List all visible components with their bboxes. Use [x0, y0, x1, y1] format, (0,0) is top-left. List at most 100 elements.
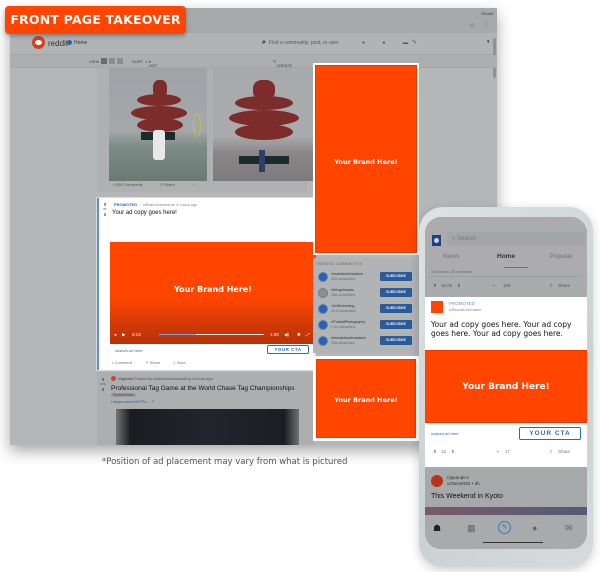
post-photo[interactable]: [109, 68, 207, 181]
tab-popular[interactable]: Popular: [550, 253, 572, 260]
post-title[interactable]: This Weekend in Kyoto: [431, 493, 503, 500]
video-progress-bar[interactable]: [159, 334, 264, 335]
downvote-icon[interactable]: ⬇: [99, 387, 107, 392]
subreddit-link[interactable]: r/sports: [118, 376, 133, 381]
posted-by: Posted by u/blckfromaccounting 3 hours a…: [134, 376, 213, 381]
post-image[interactable]: [116, 409, 299, 445]
inbox-icon[interactable]: ✉: [565, 523, 573, 534]
user-menu-caret[interactable]: ▾: [487, 39, 490, 45]
card-view-icon[interactable]: [101, 58, 107, 64]
comments-button[interactable]: ▪ 539 Comments: [113, 182, 151, 187]
subscribe-button[interactable]: SUBSCRIBE: [380, 272, 412, 281]
downvote-icon[interactable]: ⬇: [451, 449, 455, 455]
subreddit-name[interactable]: r/japanpics: [447, 475, 469, 480]
community-name[interactable]: r/ArtSwimming: [331, 304, 354, 308]
reddit-snoo-logo-icon[interactable]: [432, 235, 441, 246]
cta-button[interactable]: YOUR CTA: [519, 427, 581, 440]
sidebar-ad-bottom[interactable]: Your Brand Here!: [313, 356, 419, 441]
subreddit-avatar: [431, 475, 443, 487]
fullscreen-icon[interactable]: ⤢: [306, 332, 310, 337]
tab-home[interactable]: Home: [497, 253, 515, 260]
sort-label: SORT: [132, 59, 144, 64]
custom-url-link[interactable]: custom.url.here: [115, 348, 143, 353]
more-icon[interactable]: ···: [573, 473, 579, 479]
brand-username[interactable]: u/BrandUsername: [449, 307, 481, 312]
promoted-user-time[interactable]: · u/BrandUsername 4 hours ago: [140, 202, 197, 207]
star-icon[interactable]: ☆: [470, 22, 475, 29]
vote-column: ⬆ 6.7k ⬇: [99, 377, 107, 392]
header-icons[interactable]: ● ● ▬: [362, 40, 416, 46]
video-player[interactable]: Your Brand Here! ◂ ▶ 0:13 1:00 ◀) ✺ ⤢: [110, 242, 316, 344]
play-icon[interactable]: ▶: [122, 332, 125, 338]
post-author[interactable]: u/SteveR92 • 3h: [447, 481, 480, 486]
image-post-card[interactable]: ▪ 539 Comments ↗ Share ···: [97, 68, 315, 192]
home-icon[interactable]: ☗: [433, 523, 441, 534]
browser-tab[interactable]: Reddit: [481, 11, 493, 16]
community-name[interactable]: r/femalefashionadvice: [331, 336, 366, 340]
subscribe-button[interactable]: SUBSCRIBE: [380, 304, 412, 313]
chat-icon[interactable]: ●: [532, 523, 537, 533]
community-name[interactable]: r/PortraitPhotography: [331, 320, 365, 324]
subscribe-button[interactable]: SUBSCRIBE: [380, 320, 412, 329]
sidebar-ad-banner[interactable]: Your Brand Here!: [315, 65, 417, 253]
comment-button[interactable]: ▪ Comment: [112, 360, 138, 365]
subscribe-button[interactable]: SUBSCRIBE: [380, 336, 412, 345]
promoted-post-card[interactable]: ⬆ 57 ⬇ PROMOTED · u/BrandUsername 4 hours…: [97, 198, 316, 370]
post-title[interactable]: Professional Tag Game at the World Chase…: [111, 385, 295, 392]
cta-button[interactable]: YOUR CTA: [267, 345, 309, 354]
more-vert-icon[interactable]: ⋮: [483, 21, 489, 28]
custom-url-link[interactable]: custom.url.here: [431, 431, 459, 436]
share-icon[interactable]: ⇧: [549, 283, 553, 289]
share-label[interactable]: Share: [558, 449, 570, 454]
post-image[interactable]: [425, 507, 587, 515]
reddit-wordmark[interactable]: reddit: [48, 39, 68, 48]
volume-icon[interactable]: ◀): [284, 332, 289, 338]
post-photo[interactable]: [213, 68, 315, 181]
mobile-search-input[interactable]: ⌕ Search: [447, 232, 585, 246]
home-indicator: [483, 542, 543, 543]
post-link[interactable]: i.imgur.com/xVbTPs... ↗: [111, 399, 154, 404]
classic-view-icon[interactable]: [109, 58, 115, 64]
subscribe-button[interactable]: SUBSCRIBE: [380, 288, 412, 297]
ad-creative[interactable]: Your Brand Here!: [425, 350, 587, 423]
communities-icon[interactable]: ▦: [467, 523, 476, 534]
comments-label: 539 Comments: [115, 182, 143, 187]
compact-view-icon[interactable]: [117, 58, 123, 64]
settings-icon[interactable]: ✺: [297, 332, 301, 338]
news-post-card[interactable]: ⬆ 6.7k ⬇ r/sports Posted by u/blckfromac…: [97, 372, 315, 445]
create-post-icon[interactable]: ✎: [412, 39, 417, 46]
upvote-icon[interactable]: ⬆: [433, 449, 437, 455]
sort-dropdown[interactable]: ⛬ HOT ▾: [145, 59, 157, 68]
reddit-logo-icon[interactable]: [32, 36, 45, 49]
more-button[interactable]: ···: [192, 182, 196, 187]
rewind-icon[interactable]: ◂: [114, 332, 116, 338]
sidebar-ad-banner[interactable]: Your Brand Here!: [316, 359, 416, 438]
mobile-promoted-post[interactable]: PROMOTED u/BrandUsername Your ad copy go…: [425, 297, 587, 467]
create-post-button[interactable]: ✎ CREATE POST: [273, 59, 292, 73]
active-tab-indicator: [504, 267, 528, 268]
home-icon: [67, 40, 72, 45]
create-icon[interactable]: ✎: [498, 521, 511, 534]
sidebar-ad-top[interactable]: Your Brand Here!: [313, 63, 419, 255]
community-icon: [318, 320, 328, 330]
home-dropdown[interactable]: Home: [74, 40, 87, 46]
post-actions: ▪ 539 Comments ↗ Share ···: [113, 182, 204, 187]
downvote-icon[interactable]: ⬇: [101, 212, 109, 217]
disclaimer-text: *Position of ad placement may vary from …: [102, 457, 348, 467]
share-label[interactable]: Share: [558, 283, 570, 288]
comment-icon[interactable]: ▪: [493, 283, 495, 288]
tab-news[interactable]: News: [443, 253, 459, 260]
share-button[interactable]: ↗ Share: [145, 360, 166, 365]
community-name[interactable]: r/thingsforants: [331, 288, 354, 292]
save-button[interactable]: ▯ Save: [173, 360, 191, 365]
upvote-icon[interactable]: ⬆: [433, 283, 437, 289]
downvote-icon[interactable]: ⬇: [457, 283, 461, 289]
share-label: Share: [149, 360, 161, 365]
reddit-header: reddit Home ⌕ Find a community, post, or …: [10, 33, 497, 55]
community-name[interactable]: r/malefashionadvice: [331, 272, 363, 276]
previous-post-meta: 4.6k points • 35 comments: [431, 270, 581, 277]
comment-icon[interactable]: ▪: [497, 449, 499, 454]
share-icon[interactable]: ⇧: [549, 449, 553, 455]
search-input[interactable]: ⌕ Find a community, post, or user: [262, 39, 339, 47]
share-button[interactable]: ↗ Share: [160, 182, 183, 187]
